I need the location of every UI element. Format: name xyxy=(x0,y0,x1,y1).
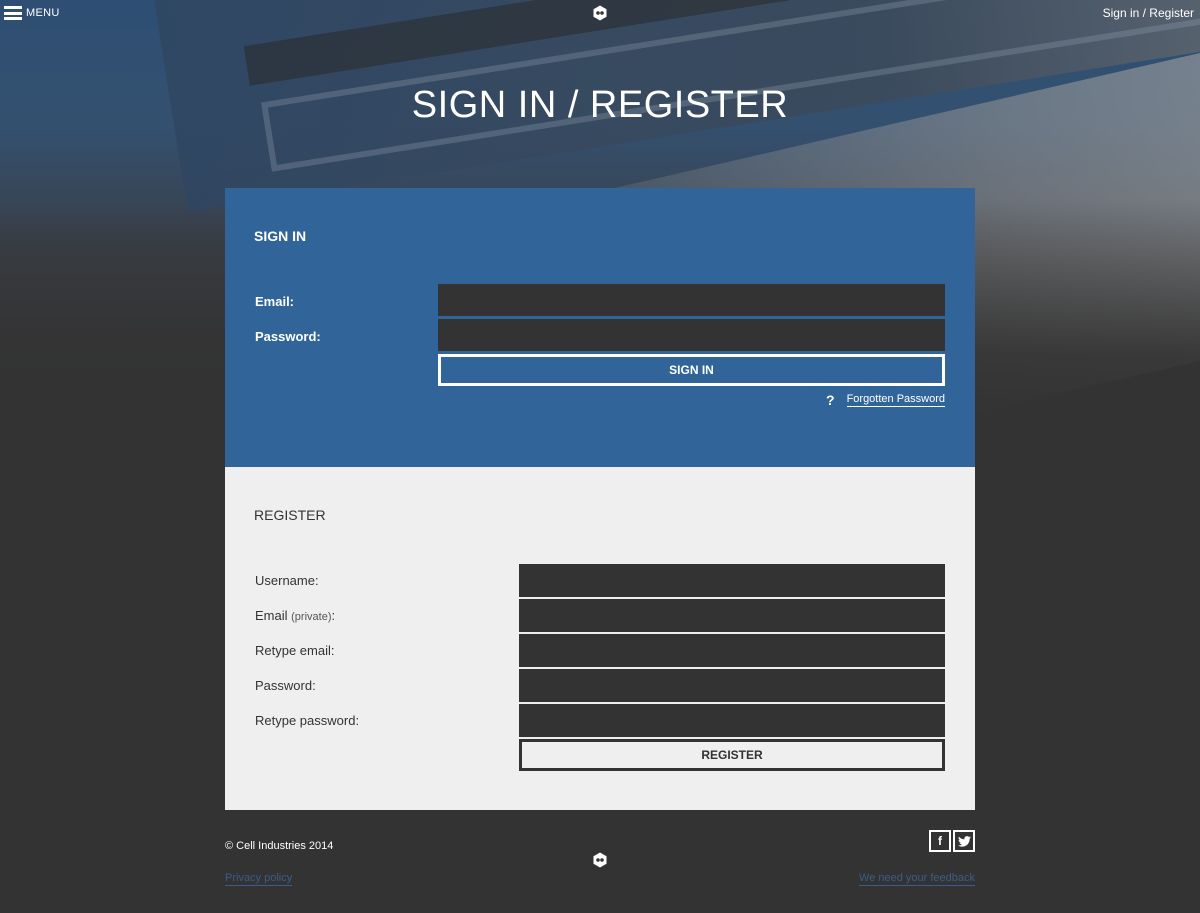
password-field[interactable] xyxy=(519,669,945,702)
retype-email-label: Retype email: xyxy=(255,643,335,658)
sign-in-panel: SIGN IN Email: Password: SIGN IN ? Forgo… xyxy=(225,188,975,467)
twitter-bird-icon xyxy=(957,835,971,847)
logo-icon[interactable] xyxy=(592,5,608,21)
register-panel: REGISTER Username: Email (private): Rety… xyxy=(225,467,975,810)
facebook-icon[interactable]: f xyxy=(929,830,951,852)
sign-in-register-link[interactable]: Sign in / Register xyxy=(1103,6,1194,20)
sign-in-button[interactable]: SIGN IN xyxy=(438,354,945,386)
email-label: Email (private): xyxy=(255,608,335,623)
forgotten-password: ? Forgotten Password xyxy=(826,392,945,408)
retype-password-label: Retype password: xyxy=(255,713,360,728)
sign-in-password-field[interactable] xyxy=(438,319,945,351)
menu-label: MENU xyxy=(26,7,60,19)
sign-in-heading: SIGN IN xyxy=(254,228,307,244)
logo-icon[interactable] xyxy=(592,852,608,868)
register-heading: REGISTER xyxy=(254,507,326,523)
twitter-icon[interactable] xyxy=(953,830,975,852)
page-title: SIGN IN / REGISTER xyxy=(411,84,789,126)
sign-in-password-label: Password: xyxy=(255,329,321,344)
social-links: f xyxy=(929,830,975,852)
retype-email-field[interactable] xyxy=(519,634,945,667)
privacy-policy-link[interactable]: Privacy policy xyxy=(225,872,293,886)
sign-in-email-field[interactable] xyxy=(438,284,945,316)
feedback-link[interactable]: We need your feedback xyxy=(859,872,975,886)
sign-in-email-label: Email: xyxy=(255,294,295,309)
register-button[interactable]: REGISTER xyxy=(519,739,945,771)
forgotten-password-link[interactable]: Forgotten Password xyxy=(846,393,945,407)
email-private-note: (private) xyxy=(291,611,332,623)
hamburger-icon xyxy=(4,6,22,20)
question-icon: ? xyxy=(826,392,835,408)
copyright: © Cell Industries 2014 xyxy=(225,840,334,852)
username-field[interactable] xyxy=(519,564,945,597)
retype-password-field[interactable] xyxy=(519,704,945,737)
password-label: Password: xyxy=(255,678,316,693)
menu-button[interactable]: MENU xyxy=(4,5,60,21)
username-label: Username: xyxy=(255,573,319,588)
email-field[interactable] xyxy=(519,599,945,632)
email-label-colon: : xyxy=(331,608,336,623)
email-label-text: Email xyxy=(255,608,288,623)
top-bar: MENU Sign in / Register xyxy=(0,0,1200,28)
